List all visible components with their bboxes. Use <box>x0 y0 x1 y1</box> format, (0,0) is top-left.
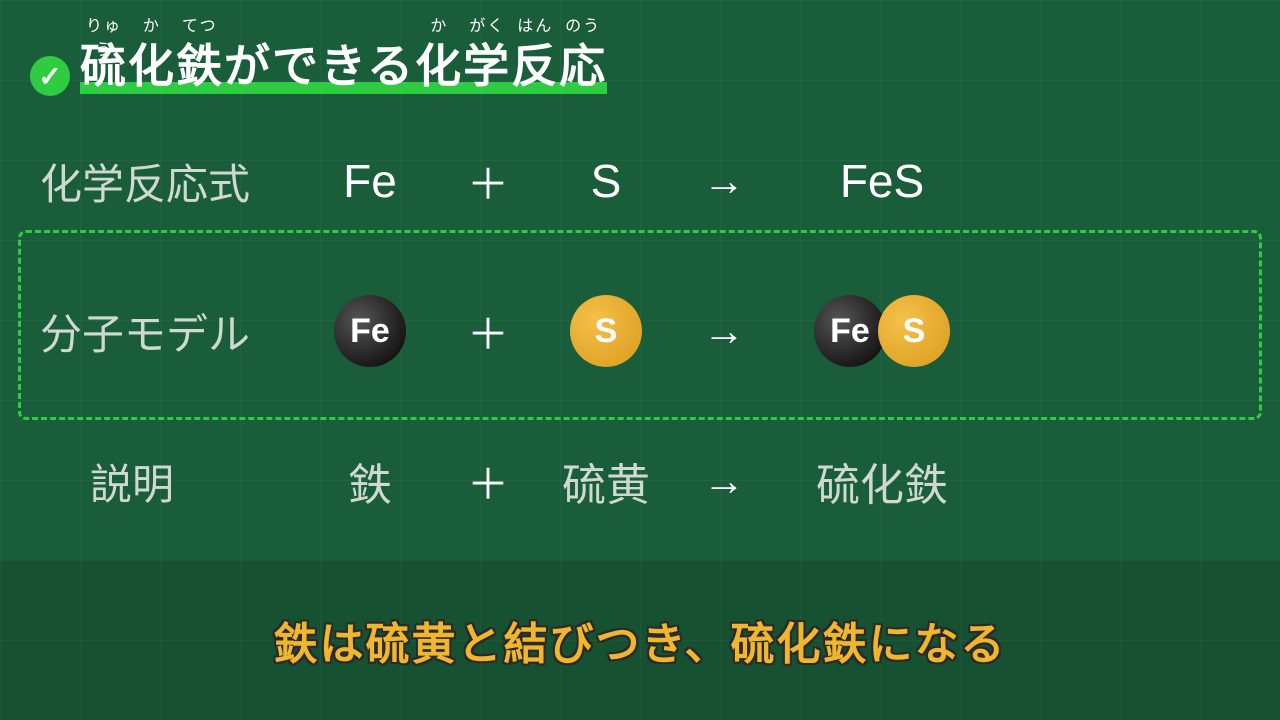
desc-product: 硫化鉄 <box>782 449 982 513</box>
row-formula: 化学反応式 Fe ＋ S → FeS <box>30 126 1250 236</box>
arrow-op: → <box>694 457 754 505</box>
page-title-row: ✓ りゅうかてつかがくはんのう 硫化鉄ができる化学反応 <box>30 30 1250 96</box>
desc-equation: 鉄 ＋ 硫黄 → 硫化鉄 <box>300 449 1250 513</box>
plus-op: ＋ <box>458 451 518 512</box>
formula-equation: Fe ＋ S → FeS <box>300 151 1250 212</box>
row-label-formula: 化学反応式 <box>30 151 300 212</box>
page-title: 硫化鉄ができる化学反応 <box>80 30 607 96</box>
formula-reactant-a: Fe <box>310 154 430 208</box>
arrow-op: → <box>694 157 754 205</box>
plus-op: ＋ <box>458 151 518 212</box>
formula-product: FeS <box>782 154 982 208</box>
row-label-desc: 説明 <box>30 451 300 512</box>
page-title-wrap: りゅうかてつかがくはんのう 硫化鉄ができる化学反応 <box>80 30 607 96</box>
reaction-table: 化学反応式 Fe ＋ S → FeS 分子モデル Fe ＋ S → <box>30 126 1250 536</box>
formula-reactant-b: S <box>546 154 666 208</box>
check-icon: ✓ <box>30 56 70 96</box>
row-description: 説明 鉄 ＋ 硫黄 → 硫化鉄 <box>30 426 1250 536</box>
caption-text: 鉄は硫黄と結びつき、硫化鉄になる <box>274 608 1007 672</box>
desc-reactant-a: 鉄 <box>310 449 430 513</box>
desc-reactant-b: 硫黄 <box>546 449 666 513</box>
caption-band: 鉄は硫黄と結びつき、硫化鉄になる <box>0 560 1280 720</box>
model-highlight-box <box>18 230 1262 420</box>
